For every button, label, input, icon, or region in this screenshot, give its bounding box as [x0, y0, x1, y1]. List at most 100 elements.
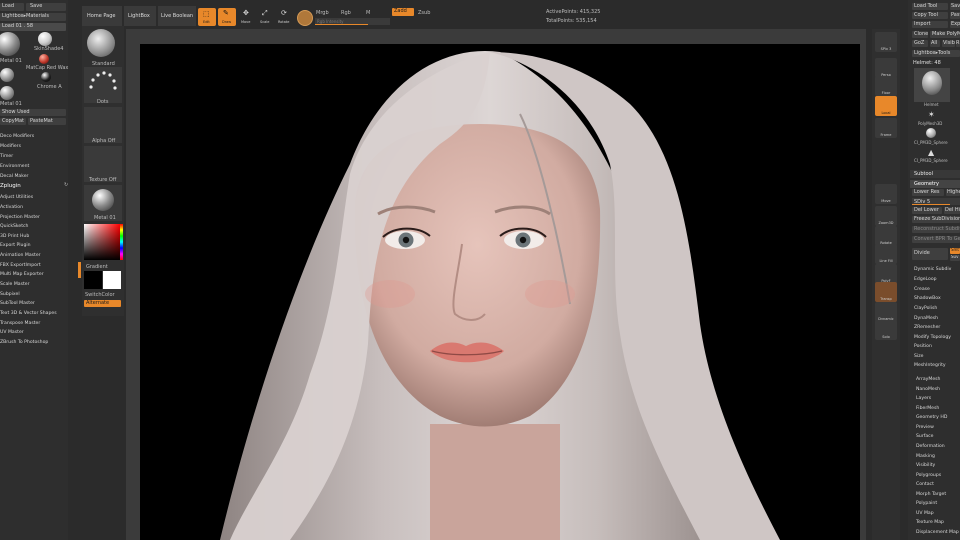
- zplugin-header[interactable]: Zplugin: [0, 183, 21, 189]
- rotate-view-button[interactable]: Rotate: [875, 226, 897, 246]
- clone-button[interactable]: Clone: [912, 31, 928, 38]
- show-used-button[interactable]: Show Used: [0, 109, 66, 116]
- zadd-button[interactable]: Zadd: [392, 8, 414, 16]
- higher-res-button[interactable]: Higher Res: [946, 189, 960, 196]
- tool-menu-item[interactable]: UV Map: [916, 511, 934, 516]
- geometry-subsection[interactable]: EdgeLoop: [914, 277, 937, 282]
- plugin-item[interactable]: Activation: [0, 205, 23, 210]
- mrgb-button[interactable]: Mrgb: [316, 10, 329, 16]
- tool-menu-item[interactable]: Deformation: [916, 444, 945, 449]
- visible-button[interactable]: Visible: [942, 40, 955, 47]
- tool-menu-item[interactable]: Geometry HD: [916, 415, 947, 420]
- polyf-button[interactable]: PolyF: [875, 264, 897, 284]
- solo-button[interactable]: Solo: [875, 320, 897, 340]
- geometry-subsection[interactable]: Crease: [914, 287, 930, 292]
- tool-menu-item[interactable]: Surface: [916, 434, 934, 439]
- del-lower-button[interactable]: Del Lower: [912, 207, 942, 214]
- geometry-subsection[interactable]: ShadowBox: [914, 296, 941, 301]
- tool-menu-item[interactable]: Polygroups: [916, 473, 941, 478]
- home-page-button[interactable]: Home Page: [82, 6, 122, 26]
- plugin-item[interactable]: Timer: [0, 154, 13, 159]
- plugin-item[interactable]: UV Master: [0, 330, 24, 335]
- refresh-icon[interactable]: ↻: [64, 182, 68, 188]
- rotate-button[interactable]: ⟳ Rotate: [277, 8, 293, 26]
- stroke-dots-button[interactable]: [84, 67, 122, 103]
- export-button[interactable]: Export: [950, 21, 960, 28]
- material-slider[interactable]: Load 01 . 58: [0, 23, 66, 31]
- m-button[interactable]: M: [366, 10, 370, 16]
- plugin-item[interactable]: Animation Master: [0, 253, 41, 258]
- plugin-item[interactable]: Subpixel: [0, 292, 20, 297]
- move-view-button[interactable]: Move: [875, 184, 897, 204]
- r-button[interactable]: R: [956, 40, 960, 47]
- load-tool-button[interactable]: Load Tool: [912, 3, 948, 10]
- tool-menu-item[interactable]: Contact: [916, 482, 934, 487]
- material-ball[interactable]: [0, 86, 14, 100]
- plugin-item[interactable]: 3D Print Hub: [0, 234, 29, 239]
- viewport-canvas[interactable]: [140, 44, 860, 540]
- geometry-subsection[interactable]: Dynamic Subdiv: [914, 267, 951, 272]
- secondary-color-swatch[interactable]: [84, 271, 102, 289]
- geometry-subsection[interactable]: Modify Topology: [914, 335, 951, 340]
- plugin-item[interactable]: ZBrush To Photoshop: [0, 340, 48, 345]
- persp-button[interactable]: Persp: [875, 58, 897, 78]
- tool-menu-item[interactable]: Layers: [916, 396, 931, 401]
- copy-mat-button[interactable]: CopyMat: [0, 118, 26, 125]
- scale-button[interactable]: ⤢ Scale: [258, 8, 274, 26]
- edit-button[interactable]: ⬚ Edit: [198, 8, 216, 26]
- del-higher-button[interactable]: Del Higher: [944, 207, 960, 214]
- lightbox-button[interactable]: LightBox: [124, 6, 156, 26]
- cone-thumbnail-icon[interactable]: ▲: [928, 148, 934, 157]
- rgb-button[interactable]: Rgb: [341, 10, 351, 16]
- tool-menu-item[interactable]: ArrayMesh: [916, 377, 940, 382]
- plugin-item[interactable]: Transpose Master: [0, 321, 40, 326]
- reconstruct-subdiv-button[interactable]: Reconstruct Subdiv: [912, 226, 960, 233]
- spix-button[interactable]: SPix 3: [875, 32, 897, 52]
- plugin-item[interactable]: Multi Map Exporter: [0, 272, 44, 277]
- plugin-item[interactable]: Modifiers: [0, 144, 21, 149]
- copy-tool-button[interactable]: Copy Tool: [912, 12, 948, 19]
- save-button[interactable]: Save: [26, 3, 66, 11]
- plugin-item[interactable]: Deco Modifiers: [0, 134, 34, 139]
- rgb-intensity-slider[interactable]: Rgb Intensity: [315, 18, 390, 25]
- lightbox-tools-button[interactable]: Lightbox▸Tools: [912, 50, 960, 57]
- tool-menu-item[interactable]: FiberMesh: [916, 406, 939, 411]
- live-boolean-button[interactable]: Live Boolean: [158, 6, 196, 26]
- plugin-item[interactable]: FBX ExportImport: [0, 263, 41, 268]
- hue-slider[interactable]: [120, 224, 123, 260]
- standard-brush-icon[interactable]: [87, 29, 115, 57]
- geometry-subsection[interactable]: Position: [914, 344, 932, 349]
- plugin-item[interactable]: QuickSketch: [0, 224, 28, 229]
- divide-button[interactable]: Divide: [912, 248, 948, 260]
- import-button[interactable]: Import: [912, 21, 948, 28]
- make-polymesh-button[interactable]: Make PolyMesh3D: [930, 31, 960, 38]
- switch-color-button[interactable]: SwitchColor: [85, 292, 115, 298]
- save-as-button[interactable]: Save As: [950, 3, 960, 10]
- redwax-material-ball[interactable]: [39, 54, 49, 64]
- tool-menu-item[interactable]: Preview: [916, 425, 934, 430]
- suv-toggle[interactable]: Suv: [950, 255, 960, 261]
- tool-menu-item[interactable]: Masking: [916, 454, 935, 459]
- smt-toggle[interactable]: Smt: [950, 248, 960, 254]
- alternate-button[interactable]: Alternate: [84, 300, 121, 307]
- gradient-label[interactable]: Gradient: [86, 264, 108, 270]
- geometry-header[interactable]: Geometry: [910, 180, 960, 188]
- primary-color-swatch[interactable]: [103, 271, 121, 289]
- tool-menu-item[interactable]: NanoMesh: [916, 387, 940, 392]
- polymesh-star-icon[interactable]: ✶: [928, 110, 935, 119]
- draw-button[interactable]: ✎ Draw: [218, 8, 236, 26]
- zsub-button[interactable]: Zsub: [418, 10, 430, 16]
- plugin-item[interactable]: Environment: [0, 164, 29, 169]
- frame-button[interactable]: Frame: [875, 118, 897, 138]
- plugin-item[interactable]: Projection Master: [0, 215, 40, 220]
- material-sphere-icon[interactable]: [297, 10, 313, 26]
- floor-button[interactable]: Floor: [875, 76, 897, 96]
- subtool-header[interactable]: Subtool: [910, 170, 960, 178]
- plugin-item[interactable]: Decal Maker: [0, 174, 28, 179]
- zoom3d-button[interactable]: Zoom3D: [875, 206, 897, 226]
- geometry-subsection[interactable]: Size: [914, 354, 923, 359]
- color-picker[interactable]: [84, 224, 120, 260]
- lightbox-materials-button[interactable]: Lightbox▸Materials: [0, 13, 66, 21]
- plugin-item[interactable]: SubTool Master: [0, 301, 35, 306]
- paste-mat-button[interactable]: PasteMat: [28, 118, 66, 125]
